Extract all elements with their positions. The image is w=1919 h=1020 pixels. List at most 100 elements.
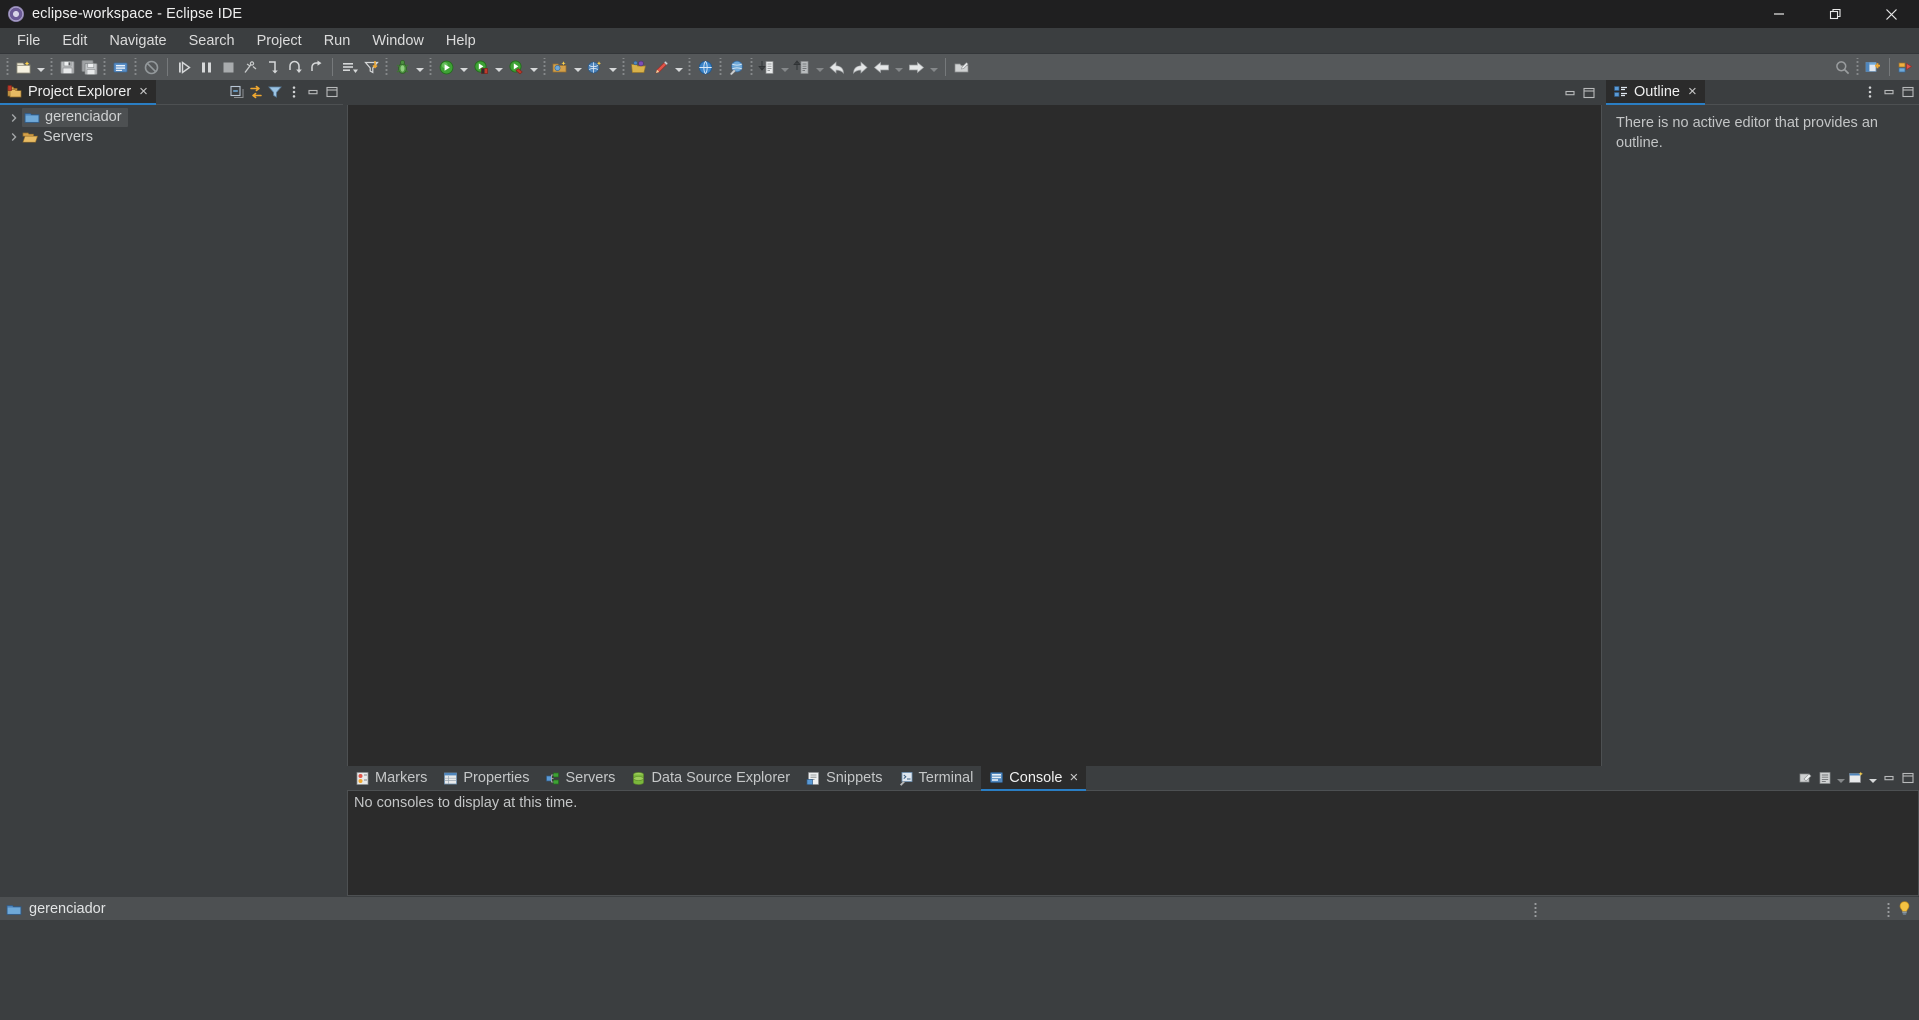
toolbar-grip[interactable]	[427, 58, 434, 76]
search-marker-icon[interactable]	[650, 56, 672, 78]
next-annotation-dropdown-icon[interactable]	[813, 56, 826, 78]
minimize-view-button[interactable]	[1879, 83, 1898, 102]
tab-servers[interactable]: Servers	[537, 766, 624, 791]
new-java-project-icon[interactable]	[549, 56, 571, 78]
search-marker-dropdown-icon[interactable]	[672, 56, 685, 78]
next-annotation-icon[interactable]	[791, 56, 813, 78]
project-explorer-tree[interactable]: gerenciador Servers	[0, 105, 343, 896]
maximize-panel-button[interactable]	[1898, 769, 1917, 788]
terminate-icon[interactable]	[217, 56, 239, 78]
back-history-icon[interactable]	[870, 56, 892, 78]
menu-window[interactable]: Window	[361, 29, 435, 53]
menu-run[interactable]: Run	[313, 29, 362, 53]
menu-project[interactable]: Project	[246, 29, 313, 53]
run-icon[interactable]	[435, 56, 457, 78]
collapse-all-button[interactable]	[227, 83, 246, 102]
toolbar-grip[interactable]	[48, 58, 55, 76]
toolbar-grip[interactable]	[383, 58, 390, 76]
menu-navigate[interactable]: Navigate	[98, 29, 177, 53]
resume-icon[interactable]	[173, 56, 195, 78]
disconnect-icon[interactable]	[239, 56, 261, 78]
step-over-icon[interactable]	[283, 56, 305, 78]
open-console-button[interactable]	[1847, 769, 1866, 788]
clear-console-button[interactable]	[1796, 769, 1815, 788]
toolbar-grip[interactable]	[620, 58, 627, 76]
tree-item-gerenciador[interactable]: gerenciador	[0, 108, 343, 127]
open-type-icon[interactable]	[628, 56, 650, 78]
new-java-project-dropdown-icon[interactable]	[571, 56, 584, 78]
forward-arrow-icon[interactable]	[848, 56, 870, 78]
open-console-dropdown-icon[interactable]	[1866, 767, 1879, 789]
view-filters-button[interactable]	[265, 83, 284, 102]
back-history-dropdown-icon[interactable]	[892, 56, 905, 78]
toolbar-grip[interactable]	[717, 58, 724, 76]
toolbar-grip[interactable]	[4, 58, 11, 76]
maximize-view-button[interactable]	[322, 83, 341, 102]
forward-history-dropdown-icon[interactable]	[927, 56, 940, 78]
maximize-view-button[interactable]	[1898, 83, 1917, 102]
statusbar-grip[interactable]	[1532, 900, 1539, 917]
tab-console[interactable]: Console ×	[981, 766, 1087, 791]
drop-to-frame-icon[interactable]	[338, 56, 360, 78]
suspend-icon[interactable]	[195, 56, 217, 78]
new-editor-icon[interactable]	[951, 56, 973, 78]
open-perspective-icon[interactable]	[1862, 56, 1884, 78]
print-icon[interactable]	[109, 56, 131, 78]
console-content[interactable]: No consoles to display at this time.	[347, 791, 1919, 896]
link-with-editor-button[interactable]	[246, 83, 265, 102]
close-icon[interactable]: ×	[139, 84, 148, 99]
scroll-lock-dropdown-icon[interactable]	[1834, 767, 1847, 789]
tab-data-source-explorer[interactable]: Data Source Explorer	[623, 766, 799, 791]
maximize-editor-button[interactable]	[1579, 83, 1598, 102]
debug-icon[interactable]	[391, 56, 413, 78]
menu-search[interactable]: Search	[178, 29, 246, 53]
step-return-icon[interactable]	[305, 56, 327, 78]
tip-of-the-day-icon[interactable]	[1896, 900, 1913, 917]
new-package-icon[interactable]	[584, 56, 606, 78]
tab-snippets[interactable]: Snippets	[798, 766, 891, 791]
open-web-browser-icon[interactable]	[694, 56, 716, 78]
statusbar-grip[interactable]	[1885, 900, 1892, 917]
toolbar-grip[interactable]	[748, 58, 755, 76]
chevron-right-icon[interactable]	[6, 132, 22, 142]
run-dropdown-icon[interactable]	[457, 56, 470, 78]
restore-icon[interactable]	[1807, 0, 1863, 28]
coverage-icon[interactable]	[470, 56, 492, 78]
use-step-filters-icon[interactable]	[360, 56, 382, 78]
toolbar-grip[interactable]	[1854, 58, 1861, 76]
close-icon[interactable]	[1863, 0, 1919, 28]
new-wizard-icon[interactable]	[12, 56, 34, 78]
scroll-lock-button[interactable]	[1815, 769, 1834, 788]
no-build-icon[interactable]	[140, 56, 162, 78]
close-icon[interactable]: ×	[1070, 770, 1079, 785]
forward-history-icon[interactable]	[905, 56, 927, 78]
chevron-right-icon[interactable]	[6, 113, 22, 123]
step-into-icon[interactable]	[261, 56, 283, 78]
run-external-tools-icon[interactable]	[505, 56, 527, 78]
new-package-dropdown-icon[interactable]	[606, 56, 619, 78]
minimize-icon[interactable]	[1751, 0, 1807, 28]
tab-project-explorer[interactable]: Project Explorer ×	[0, 80, 156, 105]
save-icon[interactable]	[56, 56, 78, 78]
back-arrow-icon[interactable]	[826, 56, 848, 78]
previous-annotation-icon[interactable]	[756, 56, 778, 78]
tab-markers[interactable]: Markers	[347, 766, 436, 791]
debug-dropdown-icon[interactable]	[413, 56, 426, 78]
menu-help[interactable]: Help	[435, 29, 487, 53]
minimize-editor-button[interactable]	[1560, 83, 1579, 102]
toolbar-grip[interactable]	[541, 58, 548, 76]
menu-file[interactable]: File	[6, 29, 51, 53]
view-menu-button[interactable]	[284, 83, 303, 102]
minimize-panel-button[interactable]	[1879, 769, 1898, 788]
tree-item-servers[interactable]: Servers	[0, 127, 343, 146]
tab-terminal[interactable]: Terminal	[890, 766, 982, 791]
save-all-icon[interactable]	[78, 56, 100, 78]
java-ee-perspective-icon[interactable]	[1895, 56, 1917, 78]
tab-properties[interactable]: Properties	[435, 766, 538, 791]
tab-outline[interactable]: Outline ×	[1606, 80, 1705, 105]
close-icon[interactable]: ×	[1688, 84, 1697, 99]
new-wizard-dropdown-icon[interactable]	[34, 56, 47, 78]
open-task-icon[interactable]	[725, 56, 747, 78]
quick-access-search-icon[interactable]	[1831, 56, 1853, 78]
previous-annotation-dropdown-icon[interactable]	[778, 56, 791, 78]
